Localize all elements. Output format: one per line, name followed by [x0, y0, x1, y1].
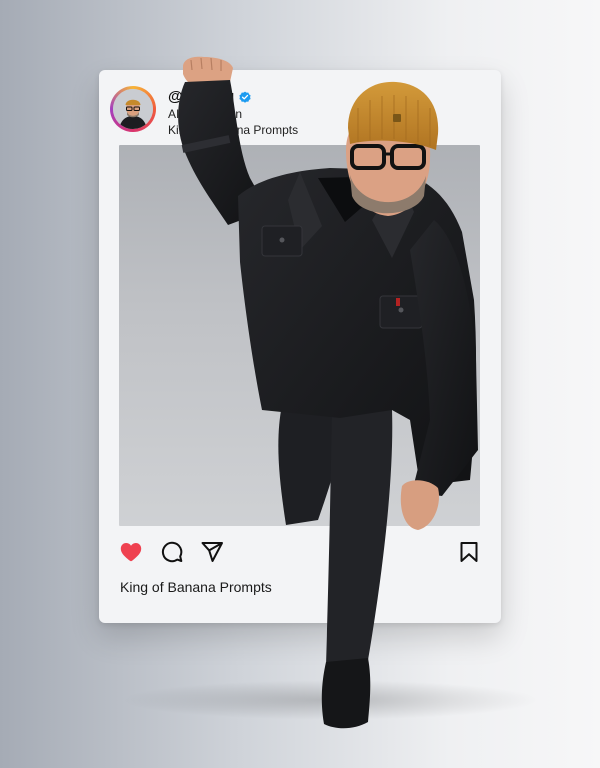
username[interactable]: @mickeq — [168, 88, 234, 105]
bio-line-tagline: King of Banana Prompts — [168, 123, 299, 137]
avatar-story-ring[interactable] — [110, 86, 156, 132]
heart-icon[interactable] — [119, 540, 143, 564]
social-post-card: @mickeq AI Generation King of Banana Pro… — [99, 70, 501, 623]
comment-bubble-icon[interactable] — [160, 540, 184, 564]
paper-plane-icon[interactable] — [200, 540, 224, 564]
floor-shadow — [120, 680, 540, 720]
bio-line-ai-generation: AI Generation — [168, 107, 243, 121]
post-caption: King of Banana Prompts — [120, 579, 272, 595]
bookmark-icon[interactable] — [457, 540, 481, 564]
avatar-portrait-icon — [113, 89, 153, 129]
post-photo-area — [119, 145, 480, 526]
post-action-bar — [119, 540, 481, 564]
username-row: @mickeq — [168, 88, 252, 105]
post-header: @mickeq AI Generation King of Banana Pro… — [110, 86, 491, 140]
verified-badge-icon — [239, 91, 251, 103]
avatar — [113, 89, 153, 129]
